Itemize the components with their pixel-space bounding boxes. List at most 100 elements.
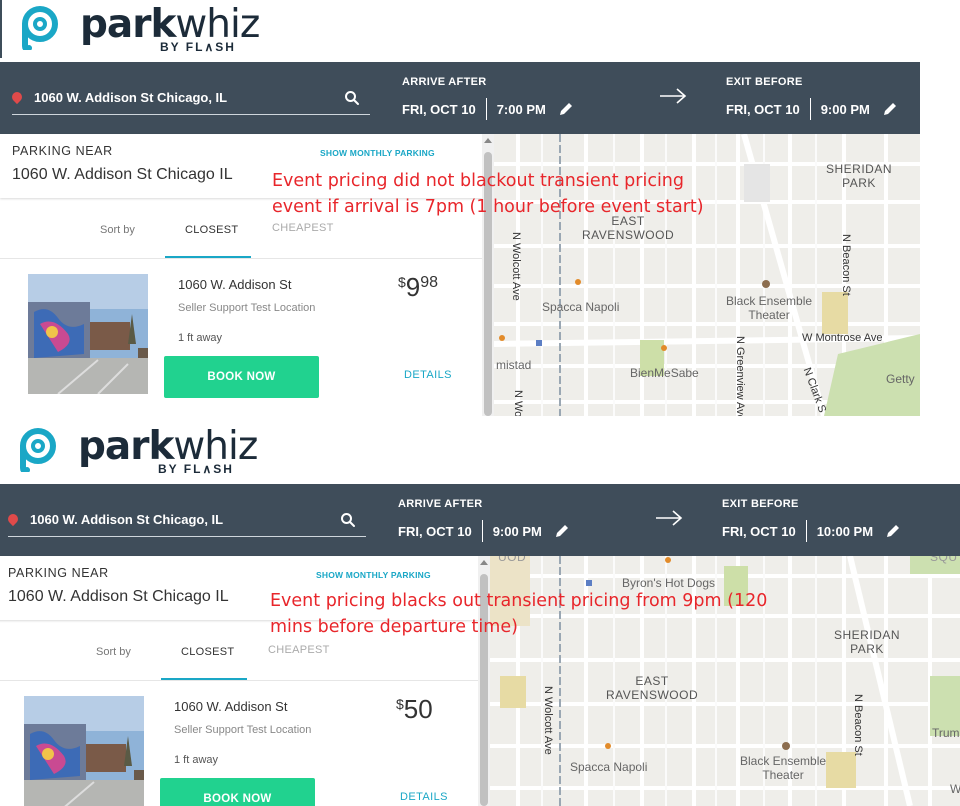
- annotation-line-1: Event pricing did not blackout transient…: [272, 171, 685, 191]
- arrive-after-picker[interactable]: ARRIVE AFTER FRI, OCT 10 9:00 PM: [398, 498, 570, 542]
- exit-before-picker[interactable]: EXIT BEFORE FRI, OCT 10 10:00 PM: [722, 498, 901, 542]
- map-label-wolcott: N Wolcott Ave: [542, 686, 554, 755]
- location-input[interactable]: 1060 W. Addison St Chicago, IL: [9, 88, 370, 115]
- divider: [481, 520, 483, 542]
- map-label-trum: Trum: [932, 726, 960, 740]
- arrive-date: FRI, OCT 10: [398, 523, 472, 539]
- search-icon[interactable]: [340, 512, 356, 528]
- parkwhiz-logo[interactable]: parkwhiz BY FL∧SH: [14, 424, 314, 482]
- map-label-amistad: mistad: [496, 358, 532, 372]
- arrive-time: 9:00 PM: [492, 523, 542, 539]
- window-edge: [0, 0, 2, 58]
- map-label-greenview: N Greenview Ave: [734, 336, 746, 416]
- arrow-right-icon: [660, 88, 687, 104]
- scroll-up-icon[interactable]: [484, 138, 492, 143]
- listing-name[interactable]: 1060 W. Addison St: [178, 277, 291, 292]
- edit-pencil-icon[interactable]: [558, 101, 574, 117]
- annotation-line-2: event if arrival is 7pm (1 hour before e…: [272, 197, 704, 217]
- exit-date: FRI, OCT 10: [726, 101, 800, 117]
- map-label-bienmesabe: BienMeSabe: [630, 366, 699, 380]
- parking-near-label: PARKING NEAR: [8, 566, 109, 580]
- search-bar: 1060 W. Addison St Chicago, IL ARRIVE AF…: [0, 62, 920, 134]
- exit-label: EXIT BEFORE: [722, 498, 799, 510]
- brand-byline: BY FL∧SH: [158, 462, 234, 476]
- listing-subtitle: Seller Support Test Location: [178, 302, 316, 314]
- map-label-sheridan-park: SHERIDAN PARK: [826, 162, 893, 190]
- exit-time: 9:00 PM: [820, 101, 870, 117]
- divider: [485, 98, 487, 120]
- listing-subtitle: Seller Support Test Location: [174, 724, 312, 736]
- tab-cheapest[interactable]: CHEAPEST: [272, 222, 334, 234]
- parking-near-address: 1060 W. Addison St Chicago IL: [12, 166, 233, 183]
- arrow-right-icon: [656, 510, 683, 526]
- search-bar: 1060 W. Addison St Chicago, IL ARRIVE AF…: [0, 484, 960, 556]
- tab-closest[interactable]: CLOSEST: [161, 636, 247, 680]
- exit-label: EXIT BEFORE: [726, 76, 803, 88]
- edit-pencil-icon[interactable]: [554, 523, 570, 539]
- details-link[interactable]: DETAILS: [404, 369, 452, 381]
- map-label-uod: UOD: [498, 556, 527, 564]
- sort-by-label: Sort by: [96, 646, 131, 658]
- parkwhiz-logo[interactable]: parkwhiz BY FL∧SH: [16, 2, 316, 60]
- search-icon[interactable]: [344, 90, 360, 106]
- tab-cheapest[interactable]: CHEAPEST: [268, 644, 330, 656]
- location-input[interactable]: 1060 W. Addison St Chicago, IL: [5, 510, 366, 537]
- divider: [809, 98, 811, 120]
- arrive-after-picker[interactable]: ARRIVE AFTER FRI, OCT 10 7:00 PM: [402, 76, 574, 120]
- location-value: 1060 W. Addison St Chicago, IL: [30, 512, 224, 527]
- arrive-time: 7:00 PM: [496, 101, 546, 117]
- arrive-date: FRI, OCT 10: [402, 101, 476, 117]
- exit-before-picker[interactable]: EXIT BEFORE FRI, OCT 10 9:00 PM: [726, 76, 898, 120]
- edit-pencil-icon[interactable]: [882, 101, 898, 117]
- parking-near-label: PARKING NEAR: [12, 144, 113, 158]
- annotation-line-2: mins before departure time): [270, 617, 518, 637]
- edit-pencil-icon[interactable]: [885, 523, 901, 539]
- listing-photo[interactable]: [28, 274, 148, 394]
- map-label-spacca-napoli: Spacca Napoli: [542, 300, 620, 314]
- map-label-sheridan-park: SHERIDAN PARK: [834, 628, 901, 656]
- book-now-button[interactable]: BOOK NOW: [164, 356, 319, 398]
- listing-photo[interactable]: [24, 696, 144, 806]
- map-label-getty: Getty: [886, 372, 915, 386]
- parkwhiz-p-icon: [20, 428, 56, 472]
- map-label-beacon: N Beacon St: [852, 694, 864, 756]
- listing-distance: 1 ft away: [178, 332, 223, 344]
- arrive-label: ARRIVE AFTER: [398, 498, 483, 510]
- map-label-beacon: N Beacon St: [840, 234, 852, 296]
- map-label-squ: SQU: [930, 556, 958, 564]
- location-value: 1060 W. Addison St Chicago, IL: [34, 90, 228, 105]
- details-link[interactable]: DETAILS: [400, 791, 448, 803]
- map-label-montrose: W Montrose Ave: [802, 332, 883, 344]
- map-label-wolcott-b: N Wo: [512, 390, 524, 416]
- map-label-spacca-napoli: Spacca Napoli: [570, 760, 648, 774]
- parkwhiz-p-icon: [22, 6, 58, 50]
- sort-by-label: Sort by: [100, 224, 135, 236]
- show-monthly-parking-link[interactable]: SHOW MONTHLY PARKING: [320, 148, 435, 158]
- annotation-line-1: Event pricing blacks out transient prici…: [270, 591, 768, 611]
- map-label-black-ensemble: Black Ensemble Theater: [726, 294, 813, 322]
- listing-price: $998: [398, 272, 439, 302]
- arrive-label: ARRIVE AFTER: [402, 76, 487, 88]
- parking-near-address: 1060 W. Addison St Chicago IL: [8, 588, 229, 605]
- sort-tabs: Sort by CLOSEST CHEAPEST: [0, 214, 482, 259]
- listing-price: $50: [396, 694, 433, 724]
- scroll-up-icon[interactable]: [480, 560, 488, 565]
- tab-closest[interactable]: CLOSEST: [165, 214, 251, 258]
- map-label-black-ensemble: Black Ensemble Theater: [740, 754, 827, 782]
- screenshot-panel-1: parkwhiz BY FL∧SH 1060 W. Addison St Chi…: [0, 0, 920, 416]
- listing-distance: 1 ft away: [174, 754, 219, 766]
- brand-byline: BY FL∧SH: [160, 40, 236, 54]
- book-now-button[interactable]: BOOK NOW: [160, 778, 315, 806]
- exit-time: 10:00 PM: [816, 523, 874, 539]
- exit-date: FRI, OCT 10: [722, 523, 796, 539]
- map-pin-icon: [5, 511, 21, 527]
- screenshot-panel-2: parkwhiz BY FL∧SH 1060 W. Addison St Chi…: [0, 422, 960, 806]
- map-label-east-ravenswood: EAST RAVENSWOOD: [606, 674, 699, 702]
- divider: [805, 520, 807, 542]
- listing-name[interactable]: 1060 W. Addison St: [174, 699, 287, 714]
- map-label-w: W: [950, 782, 960, 796]
- show-monthly-parking-link[interactable]: SHOW MONTHLY PARKING: [316, 570, 431, 580]
- map-label-wolcott: N Wolcott Ave: [510, 232, 522, 301]
- map-pin-icon: [9, 89, 25, 105]
- sort-tabs: Sort by CLOSEST CHEAPEST: [0, 636, 478, 681]
